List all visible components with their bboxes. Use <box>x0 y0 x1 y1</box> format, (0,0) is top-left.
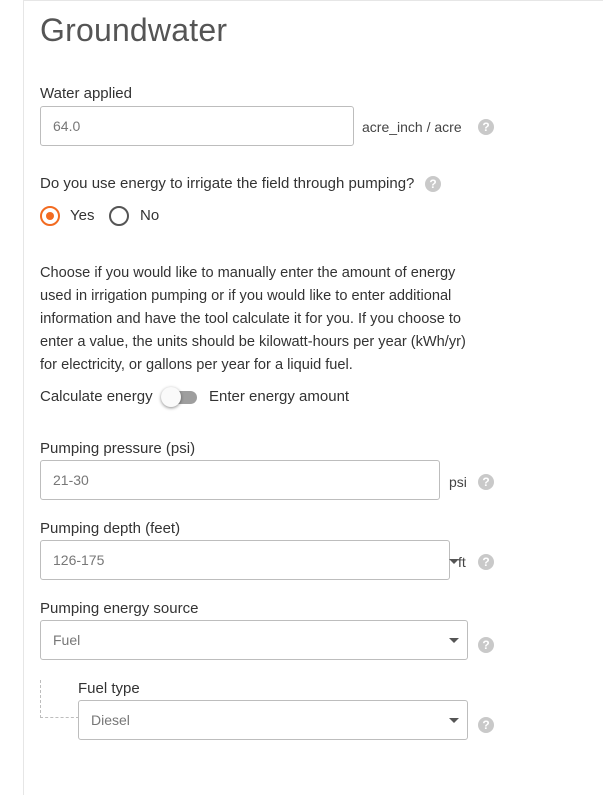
pumping-depth-label: Pumping depth (feet) <box>40 520 181 537</box>
energy-source-chevron-down-icon[interactable] <box>449 638 459 643</box>
pumping-depth-select[interactable]: 126-175 <box>40 540 450 580</box>
energy-yes-label[interactable]: Yes <box>70 207 94 224</box>
fuel-type-label: Fuel type <box>78 680 140 697</box>
energy-source-label: Pumping energy source <box>40 600 199 617</box>
pumping-pressure-label: Pumping pressure (psi) <box>40 440 196 457</box>
panel-top-border <box>23 0 603 1</box>
fuel-type-chevron-down-icon[interactable] <box>449 718 459 723</box>
water-applied-label: Water applied <box>40 85 132 102</box>
energy-question-help-icon[interactable]: ? <box>425 176 441 192</box>
energy-no-radio[interactable] <box>109 206 129 226</box>
fuel-type-connector <box>40 680 79 718</box>
water-applied-help-icon[interactable]: ? <box>478 119 494 135</box>
energy-question-label: Do you use energy to irrigate the field … <box>40 175 415 192</box>
section-title: Groundwater <box>40 12 228 48</box>
pumping-depth-help-icon[interactable]: ? <box>478 554 494 570</box>
fuel-type-help-icon[interactable]: ? <box>478 717 494 733</box>
pumping-depth-unit: ft <box>458 554 466 570</box>
energy-yes-radio[interactable] <box>40 206 60 226</box>
energy-info-paragraph: Choose if you would like to manually ent… <box>40 265 466 373</box>
pumping-pressure-help-icon[interactable]: ? <box>478 474 494 490</box>
panel-left-border <box>23 0 24 795</box>
energy-source-select[interactable]: Fuel <box>40 620 468 660</box>
pumping-pressure-unit: psi <box>449 474 467 490</box>
energy-no-label[interactable]: No <box>140 207 159 224</box>
water-applied-unit: acre_inch / acre <box>362 119 462 135</box>
energy-source-help-icon[interactable]: ? <box>478 637 494 653</box>
pumping-pressure-select[interactable]: 21-30 <box>40 460 440 500</box>
energy-mode-toggle-knob[interactable] <box>161 387 181 407</box>
enter-energy-amount-label: Enter energy amount <box>209 388 350 405</box>
water-applied-input[interactable]: 64.0 <box>40 106 354 146</box>
calculate-energy-label: Calculate energy <box>40 388 153 405</box>
fuel-type-select[interactable]: Diesel <box>78 700 468 740</box>
